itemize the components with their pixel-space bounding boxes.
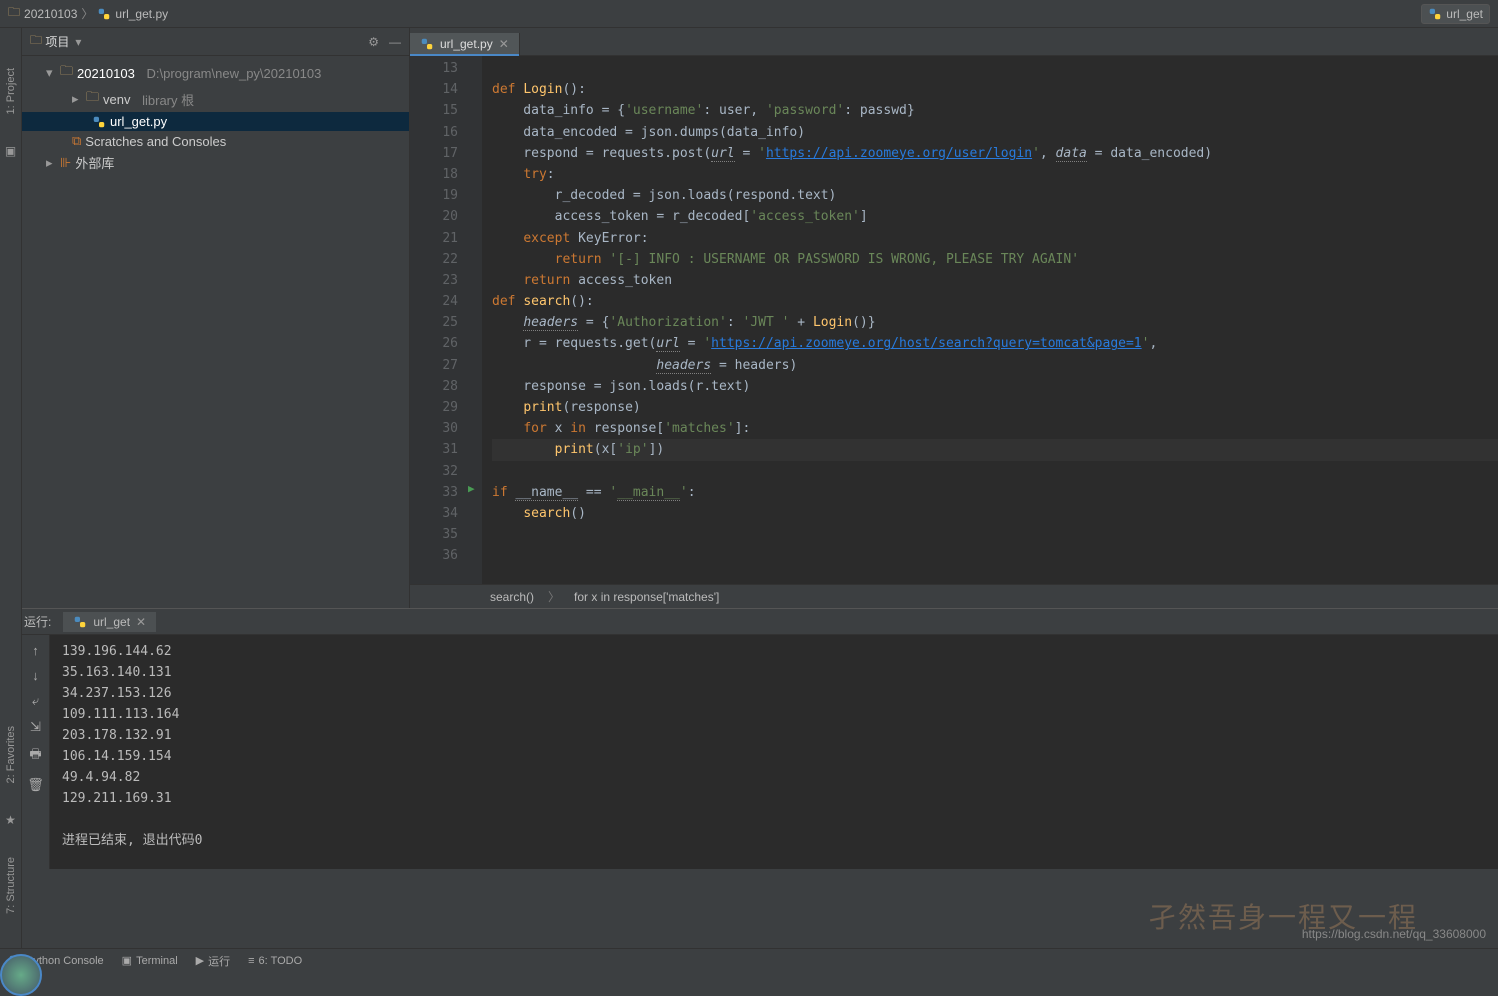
chevron-down-icon[interactable]: ▾ — [75, 35, 81, 49]
tree-file-urlget[interactable]: url_get.py — [22, 112, 409, 131]
editor-tabbar: url_get.py ✕ — [410, 28, 1498, 56]
run-panel-label: 运行: — [24, 613, 51, 630]
terminal-icon: ▣ — [122, 954, 132, 967]
editor-tab-urlget[interactable]: url_get.py ✕ — [410, 33, 520, 55]
python-icon — [73, 615, 87, 629]
chevron-right-icon: ▸ — [72, 91, 82, 107]
project-tree: ▾ 🗀 20210103 D:\program\new_py\20210103 … — [22, 56, 409, 178]
scroll-icon[interactable]: ⇲ — [30, 719, 41, 735]
tree-venv[interactable]: ▸ 🗀 venv library 根 — [22, 86, 409, 112]
status-bar: Python Console ▣ Terminal ▶ 运行 ≡ 6: TODO — [0, 948, 1498, 972]
run-subtool: ↑ ↓ ⤶ ⇲ 🖶 🗑 — [22, 635, 50, 869]
console-output[interactable]: 139.196.144.6235.163.140.13134.237.153.1… — [50, 635, 1498, 869]
status-todo[interactable]: ≡ 6: TODO — [248, 955, 302, 967]
breadcrumb-root[interactable]: 🗀 20210103 — [8, 3, 77, 24]
play-icon: ▶ — [196, 954, 204, 967]
breadcrumb: 🗀 20210103 〉 url_get.py url_get — [0, 0, 1498, 28]
project-panel: 🗀 项目 ▾ ⚙ — ▾ 🗀 20210103 D:\program\new_p… — [22, 28, 410, 608]
chevron-right-icon: 〉 — [548, 588, 560, 605]
trash-icon[interactable]: 🗑 — [27, 777, 44, 793]
left-tool-gutter: 1: Project ▣ — [0, 28, 22, 608]
todo-icon: ≡ — [248, 955, 254, 967]
folder-icon: 🗀 — [8, 3, 20, 24]
python-icon — [420, 37, 434, 51]
folder-icon: 🗀 — [30, 31, 42, 52]
tree-root[interactable]: ▾ 🗀 20210103 D:\program\new_py\20210103 — [22, 60, 409, 86]
line-number-gutter[interactable]: 1314151617181920212223242526272829303132… — [410, 56, 466, 584]
run-config-selector[interactable]: url_get — [1421, 4, 1490, 24]
fold-gutter[interactable]: ▶ — [466, 56, 482, 584]
editor: url_get.py ✕ 131415161718192021222324252… — [410, 28, 1498, 608]
status-terminal[interactable]: ▣ Terminal — [122, 954, 178, 967]
python-icon — [97, 7, 111, 21]
run-panel: 运行: url_get ✕ ▶ ■ ☷ 📌 ↑ ↓ ⤶ ⇲ 🖶 🗑 139.19… — [0, 608, 1498, 869]
project-tool-tab[interactable]: 1: Project — [5, 68, 17, 114]
down-icon[interactable]: ↓ — [32, 668, 39, 683]
star-icon[interactable]: ★ — [5, 813, 16, 827]
chevron-right-icon: 〉 — [81, 5, 93, 22]
up-icon[interactable]: ↑ — [32, 643, 39, 658]
avatar — [0, 954, 42, 996]
breadcrumb-file[interactable]: url_get.py — [97, 7, 168, 21]
watermark-url: https://blog.csdn.net/qq_33608000 — [1302, 927, 1486, 941]
tree-scratches[interactable]: ⧉ Scratches and Consoles — [22, 131, 409, 151]
favorites-tool-tab[interactable]: 2: Favorites — [5, 726, 17, 783]
tree-external[interactable]: ▸ ⊪ 外部库 — [22, 151, 409, 174]
python-icon — [92, 115, 106, 129]
close-icon[interactable]: ✕ — [136, 615, 146, 629]
chevron-right-icon: ▸ — [46, 155, 56, 171]
crumb-for[interactable]: for x in response['matches'] — [574, 590, 719, 604]
project-panel-title: 项目 — [45, 33, 69, 50]
chevron-down-icon: ▾ — [46, 65, 56, 81]
collapse-icon[interactable]: — — [389, 35, 401, 49]
status-run[interactable]: ▶ 运行 — [196, 953, 230, 969]
run-tab-urlget[interactable]: url_get ✕ — [63, 612, 156, 632]
editor-crumb-trail: search() 〉 for x in response['matches'] — [410, 584, 1498, 608]
close-icon[interactable]: ✕ — [499, 37, 509, 51]
wrap-icon[interactable]: ⤶ — [32, 693, 39, 709]
python-icon — [1428, 7, 1442, 21]
library-icon: ⊪ — [60, 155, 71, 171]
left-tool-gutter-lower: 2: Favorites ★ 7: Structure ≣ — [0, 608, 22, 968]
structure-tool-tab[interactable]: 7: Structure — [5, 857, 17, 914]
scratch-icon: ⧉ — [72, 133, 81, 149]
folder-icon[interactable]: ▣ — [5, 144, 16, 158]
crumb-search[interactable]: search() — [490, 590, 534, 604]
gear-icon[interactable]: ⚙ — [368, 35, 379, 49]
folder-icon: 🗀 — [60, 62, 73, 84]
folder-icon: 🗀 — [86, 88, 99, 110]
code-area[interactable]: def Login(): data_info = {'username': us… — [482, 56, 1498, 584]
print-icon[interactable]: 🖶 — [29, 745, 41, 767]
